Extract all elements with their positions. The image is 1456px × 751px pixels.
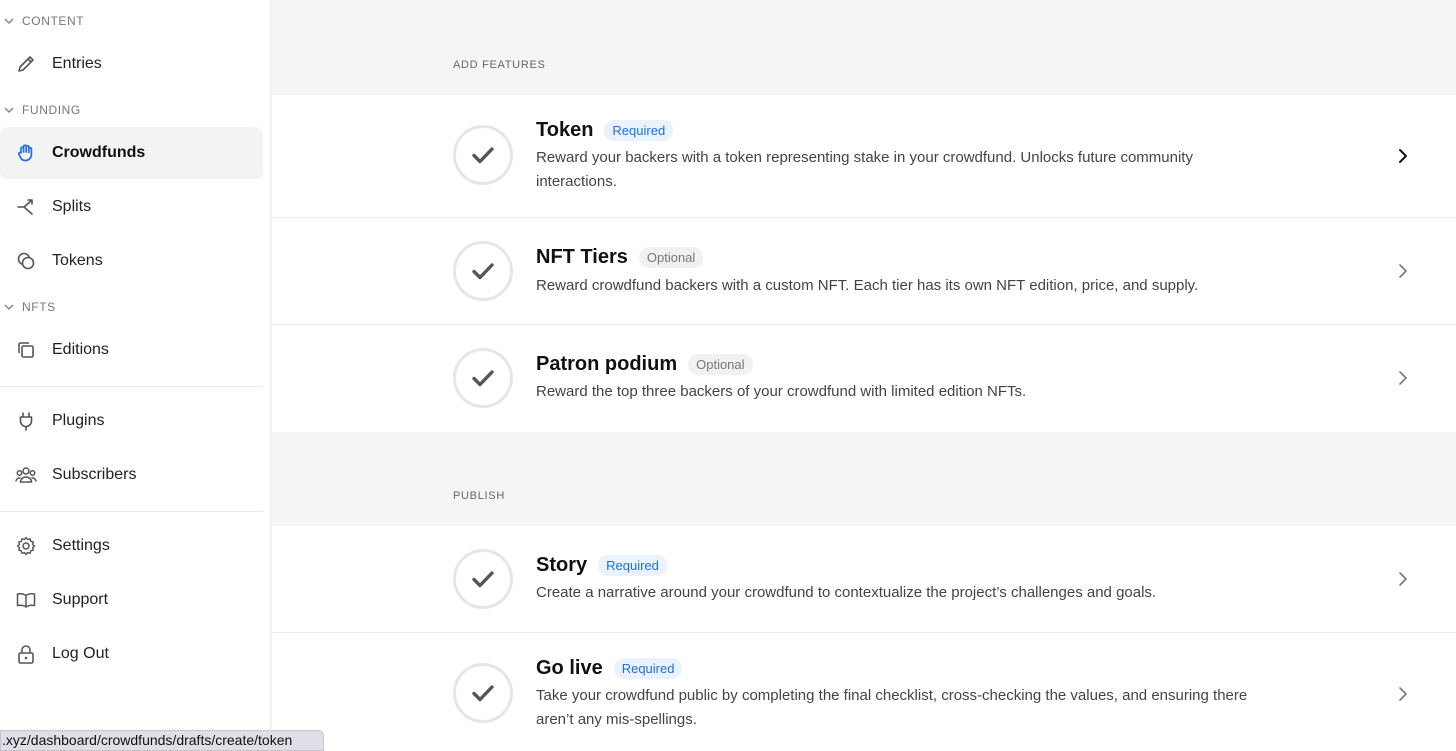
row-description: Reward the top three backers of your cro…	[536, 383, 1027, 400]
row-description: Reward your backers with a token represe…	[536, 149, 1193, 190]
hand-icon	[15, 142, 37, 164]
sidebar-item-support[interactable]: Support	[0, 574, 263, 626]
row-title-text: Go live	[536, 657, 603, 679]
required-badge: Required	[604, 120, 674, 141]
status-bar-url: .xyz/dashboard/crowdfunds/drafts/create/…	[0, 730, 324, 751]
chevron-down-icon	[4, 107, 14, 114]
sidebar-divider	[0, 511, 263, 512]
sidebar-item-label: Settings	[52, 537, 110, 554]
sidebar-item-plugins[interactable]: Plugins	[0, 395, 263, 447]
check-icon	[453, 549, 513, 609]
users-icon	[15, 464, 37, 486]
section-label: NFTS	[22, 300, 56, 314]
feature-row-story[interactable]: Story Required Create a narrative around…	[272, 526, 1456, 633]
copy-icon	[15, 339, 37, 361]
row-title-text: NFT Tiers	[536, 246, 628, 268]
sidebar-item-label: Entries	[52, 55, 102, 72]
split-arrows-icon	[15, 196, 37, 218]
row-description: Reward crowdfund backers with a custom N…	[536, 277, 1199, 294]
required-badge: Required	[613, 658, 683, 679]
chevron-right-icon	[1399, 572, 1407, 586]
row-title-text: Patron podium	[536, 353, 678, 375]
section-funding-toggle[interactable]: FUNDING	[0, 99, 81, 121]
sidebar-divider	[0, 386, 263, 387]
chevron-right-icon	[1399, 687, 1407, 701]
row-title-text: Token	[536, 119, 594, 141]
feature-row-token[interactable]: Token Required Reward your backers with …	[272, 95, 1456, 218]
row-title-text: Story	[536, 554, 588, 576]
plug-icon	[15, 410, 37, 432]
row-title: NFT Tiers Optional	[536, 246, 704, 269]
sidebar-item-editions[interactable]: Editions	[0, 324, 263, 376]
row-title: Token Required	[536, 119, 674, 142]
sidebar-item-logout[interactable]: Log Out	[0, 628, 263, 680]
coins-icon	[15, 250, 37, 272]
sidebar-item-label: Log Out	[52, 645, 109, 662]
required-badge: Required	[598, 555, 667, 576]
section-content-toggle[interactable]: CONTENT	[0, 10, 84, 32]
sidebar-item-entries[interactable]: Entries	[0, 38, 263, 90]
check-icon	[453, 348, 513, 408]
sidebar-item-label: Subscribers	[52, 466, 137, 483]
pencil-icon	[15, 53, 37, 75]
sidebar-item-label: Splits	[52, 198, 92, 215]
row-title: Patron podium Optional	[536, 353, 753, 376]
sidebar-item-label: Plugins	[52, 412, 105, 429]
sidebar: CONTENT Entries FUNDING Crowdfunds Split…	[0, 0, 271, 751]
chevron-right-icon	[1399, 371, 1407, 385]
section-label: FUNDING	[22, 103, 81, 117]
row-title: Story Required	[536, 554, 667, 577]
feature-row-go-live[interactable]: Go live Required Take your crowdfund pub…	[272, 633, 1456, 751]
book-icon	[15, 589, 37, 611]
check-icon	[453, 663, 513, 723]
chevron-right-icon	[1399, 149, 1407, 163]
feature-row-patron-podium[interactable]: Patron podium Optional Reward the top th…	[272, 325, 1456, 432]
optional-badge: Optional	[638, 247, 704, 268]
sidebar-item-crowdfunds[interactable]: Crowdfunds	[0, 127, 263, 179]
sidebar-item-label: Tokens	[52, 252, 103, 269]
group-label-publish: PUBLISH	[453, 490, 505, 502]
feature-row-nft-tiers[interactable]: NFT Tiers Optional Reward crowdfund back…	[272, 218, 1456, 325]
check-icon	[453, 125, 513, 185]
main-content: ADD FEATURES Token Required Reward your …	[272, 0, 1456, 751]
sidebar-item-label: Crowdfunds	[52, 144, 146, 161]
sidebar-item-label: Support	[52, 591, 109, 608]
section-nfts-toggle[interactable]: NFTS	[0, 296, 56, 318]
sidebar-item-subscribers[interactable]: Subscribers	[0, 449, 263, 501]
check-icon	[453, 241, 513, 301]
sidebar-item-label: Editions	[52, 341, 109, 358]
sidebar-item-splits[interactable]: Splits	[0, 181, 263, 233]
sidebar-item-settings[interactable]: Settings	[0, 520, 263, 572]
row-description: Take your crowdfund public by completing…	[536, 687, 1248, 728]
sidebar-item-tokens[interactable]: Tokens	[0, 235, 263, 287]
chevron-down-icon	[4, 304, 14, 311]
group-label-add-features: ADD FEATURES	[453, 59, 546, 71]
chevron-right-icon	[1399, 264, 1407, 278]
lock-icon	[15, 643, 37, 665]
section-label: CONTENT	[22, 14, 85, 28]
chevron-down-icon	[4, 18, 14, 25]
optional-badge: Optional	[688, 354, 753, 375]
gear-icon	[15, 535, 37, 557]
row-description: Create a narrative around your crowdfund…	[536, 584, 1157, 601]
row-title: Go live Required	[536, 657, 683, 680]
